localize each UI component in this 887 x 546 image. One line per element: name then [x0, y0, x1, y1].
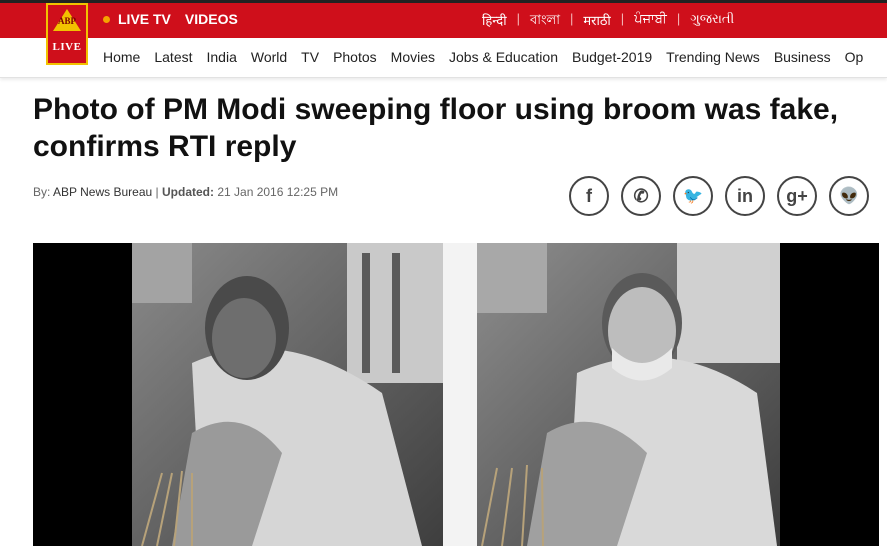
- nav-home[interactable]: Home: [103, 49, 140, 65]
- by-label: By:: [33, 185, 51, 199]
- share-buttons: f ✆ 🐦 in g+ 👽: [569, 176, 869, 216]
- live-links: LIVE TV VIDEOS: [103, 11, 238, 27]
- twitter-icon: 🐦: [683, 188, 703, 205]
- nav-india[interactable]: India: [207, 49, 237, 65]
- nav-latest[interactable]: Latest: [154, 49, 192, 65]
- updated-timestamp: 21 Jan 2016 12:25 PM: [217, 185, 339, 199]
- nav-tv[interactable]: TV: [301, 49, 319, 65]
- videos-link[interactable]: VIDEOS: [185, 11, 238, 27]
- article-byline: By: ABP News Bureau | Updated: 21 Jan 20…: [33, 185, 338, 199]
- logo-abp-text: ABP: [58, 16, 76, 26]
- whatsapp-icon: ✆: [633, 185, 649, 206]
- live-tv-link[interactable]: LIVE TV: [118, 11, 171, 27]
- article-headline: Photo of PM Modi sweeping floor using br…: [33, 93, 839, 163]
- live-dot-icon: [103, 15, 110, 23]
- photo-original: [132, 243, 443, 546]
- photo-original-graphic: [132, 243, 443, 546]
- twitter-share-button[interactable]: 🐦: [673, 176, 713, 216]
- nav-photos[interactable]: Photos: [333, 49, 377, 65]
- lang-marathi-link[interactable]: मराठी: [583, 11, 610, 32]
- top-bar: LIVE TV VIDEOS हिन्दी | বাংলা | मराठी | ਪੰਜ…: [0, 0, 887, 38]
- facebook-share-button[interactable]: f: [569, 176, 609, 216]
- linkedin-share-button[interactable]: in: [725, 176, 765, 216]
- whatsapp-share-button[interactable]: ✆: [621, 176, 661, 216]
- lang-gujarati-link[interactable]: ગુજરાતી: [690, 11, 734, 32]
- nav-jobs-education[interactable]: Jobs & Education: [449, 49, 558, 65]
- logo-live-text: LIVE: [52, 41, 82, 53]
- author-name[interactable]: ABP News Bureau: [53, 185, 152, 199]
- nav-trending-news[interactable]: Trending News: [666, 49, 760, 65]
- photo-morphed: [477, 243, 780, 546]
- lang-separator: |: [570, 11, 574, 26]
- language-links: हिन्दी | বাংলা | मराठी | ਪੰਜਾਬੀ | ગુજરાતી: [482, 11, 734, 32]
- lang-separator: |: [516, 11, 520, 26]
- google-plus-icon: g+: [786, 185, 808, 206]
- main-nav: Home Latest India World TV Photos Movies…: [0, 38, 887, 78]
- lang-separator: |: [620, 11, 625, 26]
- photo-divider: [443, 243, 477, 546]
- lang-separator: |: [676, 11, 681, 26]
- lang-hindi-link[interactable]: हिन्दी: [482, 11, 507, 32]
- google-plus-share-button[interactable]: g+: [777, 176, 817, 216]
- abp-live-logo[interactable]: ABP LIVE: [46, 3, 88, 65]
- linkedin-icon: in: [737, 185, 753, 206]
- article-image: [33, 243, 879, 546]
- reddit-share-button[interactable]: 👽: [829, 176, 869, 216]
- nav-world[interactable]: World: [251, 49, 287, 65]
- nav-movies[interactable]: Movies: [391, 49, 435, 65]
- nav-business[interactable]: Business: [774, 49, 831, 65]
- facebook-icon: f: [586, 185, 592, 206]
- photo-morphed-graphic: [477, 243, 780, 546]
- reddit-icon: 👽: [839, 188, 859, 205]
- updated-label: Updated:: [162, 185, 214, 199]
- nav-opinion[interactable]: Op: [845, 49, 864, 65]
- byline-separator: |: [155, 185, 159, 199]
- lang-punjabi-link[interactable]: ਪੰਜਾਬੀ: [634, 11, 667, 32]
- lang-bengali-link[interactable]: বাংলা: [530, 11, 560, 32]
- nav-budget-2019[interactable]: Budget-2019: [572, 49, 652, 65]
